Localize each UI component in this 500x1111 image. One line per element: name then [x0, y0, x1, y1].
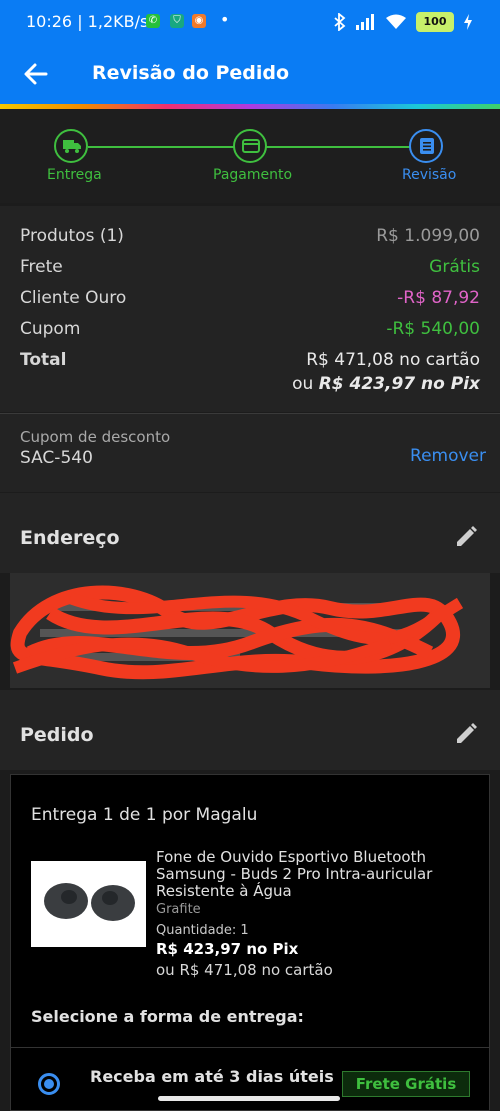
- divider: [11, 1047, 489, 1048]
- truck-icon: [63, 140, 81, 153]
- product-price-card: ou R$ 471,08 no cartão: [156, 961, 333, 979]
- page-title: Revisão do Pedido: [92, 62, 290, 84]
- coupon-label: Cupom: [20, 319, 81, 339]
- products-value: R$ 1.099,00: [376, 226, 480, 246]
- charging-icon: [464, 14, 472, 30]
- summary-row-coupon: Cupom -R$ 540,00: [20, 319, 480, 343]
- step-label-pagamento: Pagamento: [213, 167, 293, 183]
- app-notification-icon: ◉: [192, 14, 206, 28]
- total-pix: R$ 423,97 no Pix: [318, 374, 480, 394]
- address-section: Endereço: [0, 493, 500, 573]
- shipping-label: Frete: [20, 257, 63, 277]
- free-shipping-badge: Frete Grátis: [342, 1071, 470, 1097]
- total-pix-line: ou R$ 423,97 no Pix: [292, 374, 480, 394]
- shield-icon: ⛉: [170, 14, 184, 28]
- battery-indicator: 100: [416, 12, 454, 32]
- total-label: Total: [20, 350, 67, 370]
- product-price-pix: R$ 423,97 no Pix: [156, 940, 299, 958]
- summary-row-total: Total R$ 471,08 no cartão: [20, 350, 480, 374]
- whatsapp-icon: ✆: [146, 14, 160, 28]
- address-card-redacted[interactable]: [10, 573, 490, 688]
- earbuds-image: [31, 861, 146, 947]
- step-entrega[interactable]: [54, 129, 88, 163]
- bluetooth-icon: [334, 13, 346, 31]
- remove-coupon-button[interactable]: Remover: [410, 446, 486, 466]
- app-bar: Revisão do Pedido: [0, 44, 500, 104]
- signal-icon: [356, 14, 374, 30]
- address-title: Endereço: [20, 527, 120, 549]
- status-dot: •: [220, 10, 230, 29]
- pencil-icon[interactable]: [454, 722, 478, 746]
- status-right: 100: [334, 12, 472, 32]
- delivery-header: Entrega 1 de 1 por Magalu: [31, 805, 258, 825]
- product-name[interactable]: Fone de Ouvido Esportivo Bluetooth Samsu…: [156, 849, 466, 900]
- product-quantity: Quantidade: 1: [156, 923, 249, 938]
- total-pix-prefix: ou: [292, 374, 319, 394]
- gold-value: -R$ 87,92: [397, 288, 480, 308]
- total-card: R$ 471,08 no cartão: [306, 350, 480, 370]
- checkout-stepper: Entrega Pagamento Revisão: [0, 109, 500, 203]
- pencil-icon[interactable]: [454, 525, 478, 549]
- delivery-radio[interactable]: [38, 1073, 60, 1095]
- order-summary: Produtos (1) R$ 1.099,00 Frete Grátis Cl…: [0, 206, 500, 412]
- summary-row-gold: Cliente Ouro -R$ 87,92: [20, 288, 480, 312]
- order-section: Pedido: [0, 690, 500, 770]
- status-time: 10:26 | 1,2KB/s: [26, 12, 149, 31]
- home-indicator[interactable]: [158, 1096, 340, 1101]
- summary-row-shipping: Frete Grátis: [20, 257, 480, 281]
- gold-label: Cliente Ouro: [20, 288, 127, 308]
- order-card: Entrega 1 de 1 por Magalu Fone de Ouvido…: [10, 774, 490, 1111]
- coupon-section: Cupom de desconto SAC-540 Remover: [0, 413, 500, 492]
- stepper-line-1: [88, 146, 234, 148]
- wifi-icon: [386, 14, 406, 29]
- summary-row-products: Produtos (1) R$ 1.099,00: [20, 226, 480, 250]
- step-revisao[interactable]: [409, 129, 443, 163]
- delivery-option-label[interactable]: Receba em até 3 dias úteis: [90, 1067, 334, 1086]
- product-image[interactable]: [31, 861, 146, 947]
- product-variant: Grafite: [156, 902, 201, 917]
- coupon-code: SAC-540: [20, 448, 93, 468]
- coupon-field-label: Cupom de desconto: [20, 428, 171, 446]
- back-arrow-icon[interactable]: [22, 60, 50, 88]
- document-icon: [420, 138, 434, 154]
- status-bar: 10:26 | 1,2KB/s ✆ ⛉ ◉ • 100: [0, 0, 500, 44]
- step-label-entrega: Entrega: [47, 167, 102, 183]
- card-icon: [242, 139, 260, 153]
- coupon-value: -R$ 540,00: [386, 319, 480, 339]
- redaction-scribble: [10, 573, 490, 688]
- delivery-select-label: Selecione a forma de entrega:: [31, 1007, 304, 1026]
- step-pagamento[interactable]: [233, 129, 267, 163]
- shipping-value: Grátis: [429, 257, 480, 277]
- step-label-revisao: Revisão: [402, 167, 457, 183]
- products-label: Produtos (1): [20, 226, 124, 246]
- stepper-line-2: [266, 146, 410, 148]
- order-title: Pedido: [20, 724, 94, 746]
